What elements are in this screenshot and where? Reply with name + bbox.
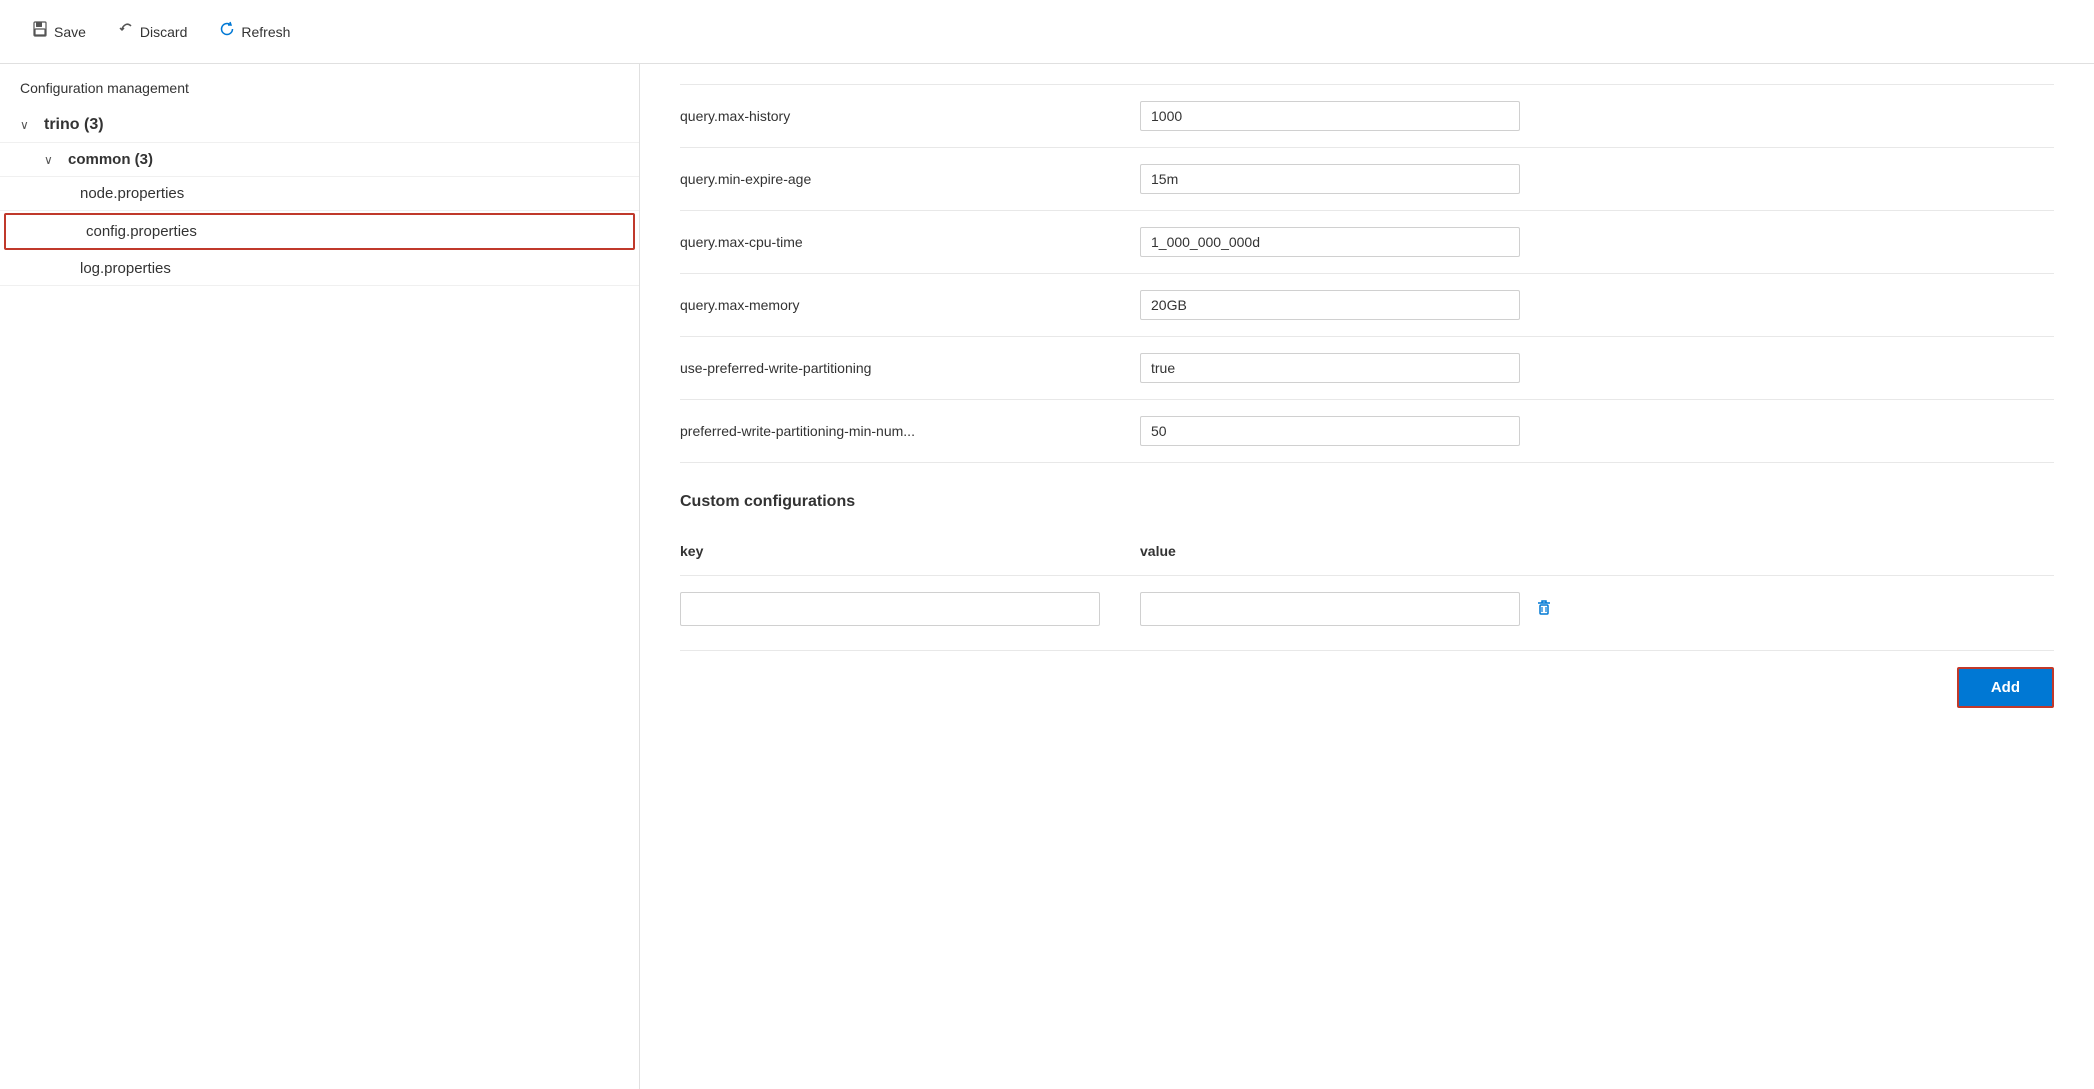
custom-config-header: key value — [680, 535, 2054, 576]
save-label: Save — [54, 24, 86, 40]
sidebar-header: Configuration management — [0, 64, 639, 108]
custom-config-value-header: value — [1140, 543, 1176, 559]
custom-key-input-0[interactable] — [680, 592, 1100, 626]
right-panel: query.max-history query.min-expire-age q… — [640, 64, 2094, 1089]
config-row-5: preferred-write-partitioning-min-num... — [680, 400, 2054, 463]
sidebar-item-common[interactable]: ∨ common (3) — [0, 143, 639, 177]
config-key-1: query.min-expire-age — [680, 171, 1100, 187]
main-content: Configuration management ∨ trino (3) ∨ c… — [0, 64, 2094, 1089]
custom-config-title: Custom configurations — [680, 493, 2054, 511]
config-key-5: preferred-write-partitioning-min-num... — [680, 423, 1100, 439]
chevron-down-icon: ∨ — [20, 118, 36, 132]
config-key-0: query.max-history — [680, 108, 1100, 124]
sidebar-item-trino[interactable]: ∨ trino (3) — [0, 108, 639, 143]
sidebar-item-node-properties-label: node.properties — [80, 185, 184, 202]
config-key-2: query.max-cpu-time — [680, 234, 1100, 250]
config-row-1: query.min-expire-age — [680, 148, 2054, 211]
save-icon — [32, 21, 48, 42]
save-button[interactable]: Save — [20, 15, 98, 48]
config-row-0: query.max-history — [680, 84, 2054, 148]
sidebar-item-log-properties-label: log.properties — [80, 260, 171, 277]
config-key-4: use-preferred-write-partitioning — [680, 360, 1100, 376]
sidebar-item-config-properties-label: config.properties — [86, 223, 197, 240]
sidebar-item-node-properties[interactable]: node.properties — [0, 177, 639, 211]
config-value-input-0[interactable] — [1140, 101, 1520, 131]
sidebar-item-config-properties[interactable]: config.properties — [4, 213, 635, 250]
custom-config-section: Custom configurations key value — [680, 493, 2054, 724]
config-row-4: use-preferred-write-partitioning — [680, 337, 2054, 400]
config-value-input-5[interactable] — [1140, 416, 1520, 446]
discard-button[interactable]: Discard — [106, 15, 199, 48]
sidebar: Configuration management ∨ trino (3) ∨ c… — [0, 64, 640, 1089]
custom-value-input-0[interactable] — [1140, 592, 1520, 626]
chevron-down-icon: ∨ — [44, 153, 60, 167]
app-container: Save Discard Refresh — [0, 0, 2094, 1089]
config-row-3: query.max-memory — [680, 274, 2054, 337]
config-key-3: query.max-memory — [680, 297, 1100, 313]
refresh-button[interactable]: Refresh — [207, 15, 302, 48]
sidebar-item-common-label: common (3) — [68, 151, 153, 168]
discard-icon — [118, 21, 134, 42]
custom-value-wrapper-0 — [1140, 592, 2054, 626]
discard-label: Discard — [140, 24, 187, 40]
custom-config-row-0 — [680, 576, 2054, 642]
toolbar: Save Discard Refresh — [0, 0, 2094, 64]
add-btn-row: Add — [680, 650, 2054, 724]
trash-icon — [1534, 597, 1554, 617]
sidebar-item-log-properties[interactable]: log.properties — [0, 252, 639, 286]
config-value-input-3[interactable] — [1140, 290, 1520, 320]
delete-row-button-0[interactable] — [1530, 593, 1558, 626]
config-value-input-4[interactable] — [1140, 353, 1520, 383]
refresh-icon — [219, 21, 235, 42]
config-value-input-1[interactable] — [1140, 164, 1520, 194]
config-value-input-2[interactable] — [1140, 227, 1520, 257]
sidebar-item-trino-label: trino (3) — [44, 116, 104, 134]
refresh-label: Refresh — [241, 24, 290, 40]
config-rows-container: query.max-history query.min-expire-age q… — [680, 84, 2054, 463]
configuration-management-label: Configuration management — [20, 80, 189, 96]
config-row-2: query.max-cpu-time — [680, 211, 2054, 274]
add-button[interactable]: Add — [1957, 667, 2054, 708]
custom-config-key-header: key — [680, 543, 1100, 559]
